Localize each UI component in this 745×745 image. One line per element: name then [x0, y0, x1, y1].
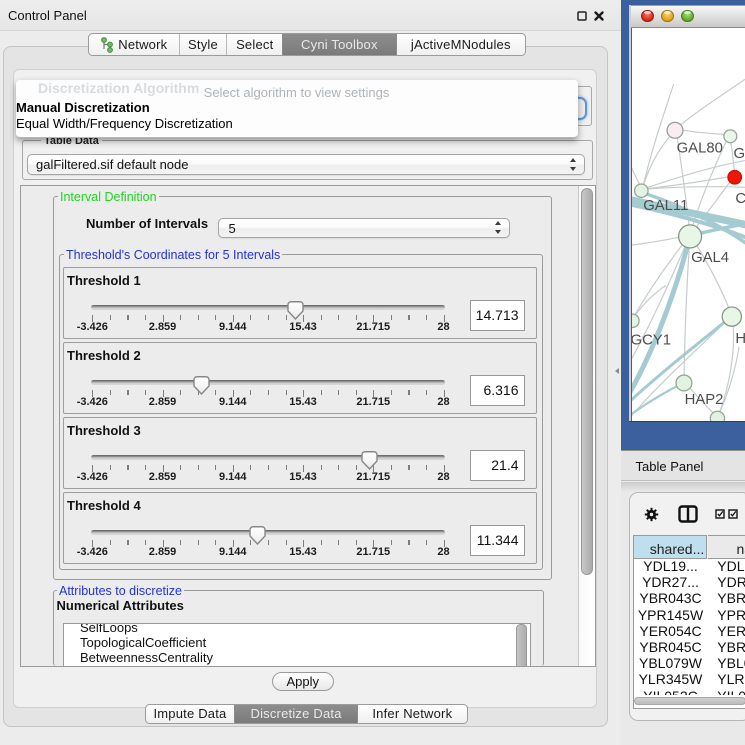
svg-text:H: H [735, 330, 745, 346]
svg-text:CY: CY [735, 190, 745, 206]
svg-text:GAL4: GAL4 [691, 250, 729, 266]
svg-text:GAL11: GAL11 [643, 198, 688, 214]
svg-text:GCY1: GCY1 [632, 332, 671, 348]
svg-text:HAP2: HAP2 [685, 392, 724, 408]
svg-text:GA: GA [734, 145, 745, 161]
svg-text:GAL80: GAL80 [677, 140, 723, 156]
